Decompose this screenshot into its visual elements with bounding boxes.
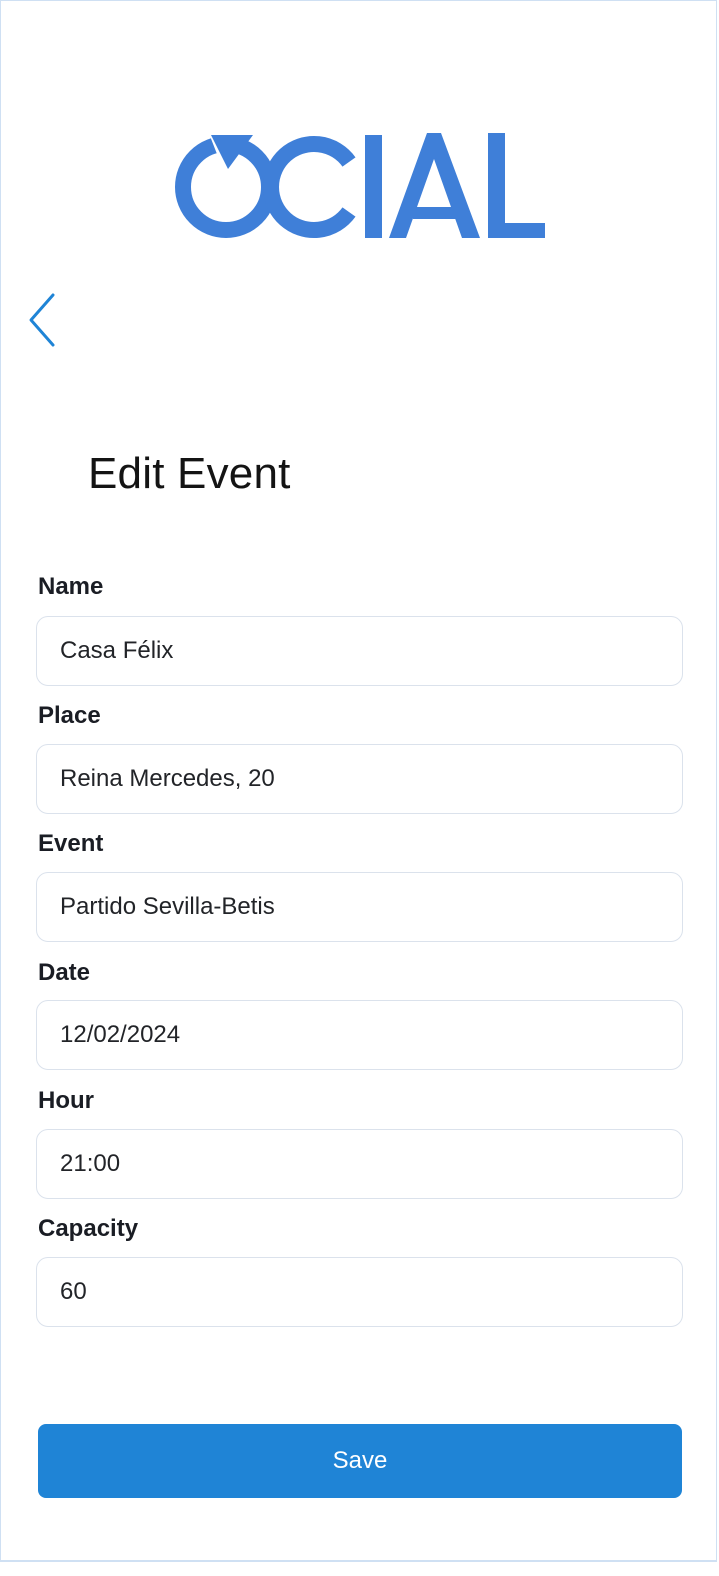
chevron-left-icon: [29, 293, 55, 347]
hour-input[interactable]: [36, 1129, 683, 1199]
back-button[interactable]: [25, 291, 61, 349]
event-input[interactable]: [36, 872, 683, 942]
ocial-logo-graphic: [175, 131, 545, 238]
date-input[interactable]: [36, 1000, 683, 1070]
page-title: Edit Event: [88, 449, 291, 498]
capacity-label: Capacity: [38, 1215, 139, 1242]
app-logo: [173, 129, 547, 239]
event-label: Event: [38, 830, 104, 857]
name-label: Name: [38, 573, 104, 600]
hour-label: Hour: [38, 1087, 94, 1114]
save-button[interactable]: Save: [38, 1424, 682, 1498]
place-label: Place: [38, 702, 101, 729]
name-input[interactable]: [36, 616, 683, 686]
edit-event-screen: Edit Event Name Place Event Date Hour Ca…: [0, 0, 717, 1562]
capacity-input[interactable]: [36, 1257, 683, 1327]
date-label: Date: [38, 959, 91, 986]
place-input[interactable]: [36, 744, 683, 814]
